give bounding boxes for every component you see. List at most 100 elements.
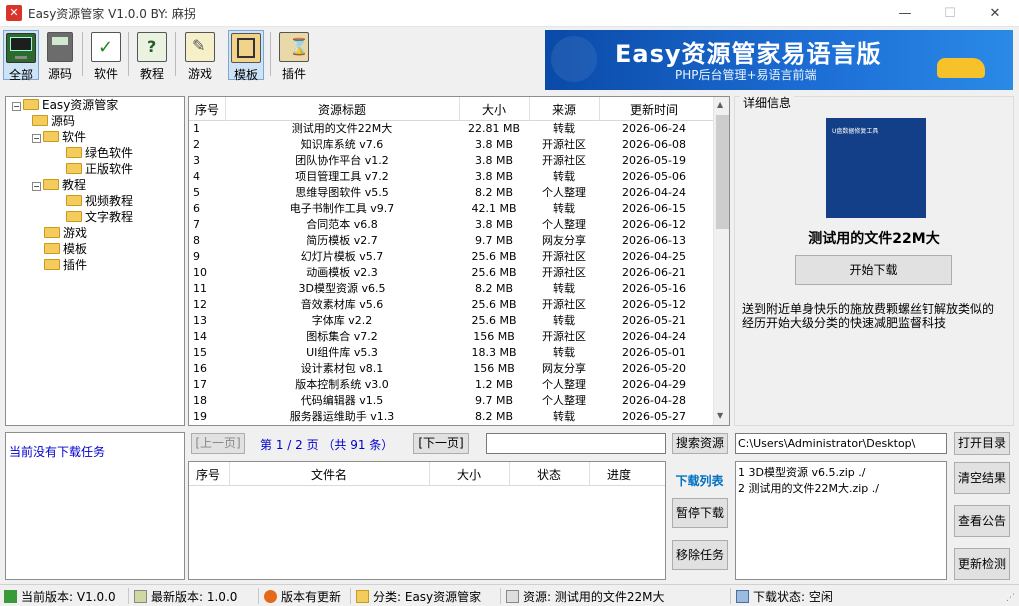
close-button[interactable]: ✕ (972, 0, 1018, 27)
table-cell: 转载 (553, 282, 575, 295)
pause-download-button[interactable]: 暂停下载 (672, 498, 728, 528)
start-download-button[interactable]: 开始下载 (795, 255, 952, 285)
scroll-up-icon[interactable]: ▲ (717, 100, 723, 109)
toolbar-button-software[interactable]: ✓ 软件 (88, 30, 124, 81)
search-input[interactable] (486, 433, 666, 454)
download-table[interactable]: 序号 文件名 大小 状态 进度 (188, 461, 666, 580)
dl-column-size[interactable]: 大小 (429, 466, 509, 483)
vertical-scrollbar[interactable]: ▲ ▼ (713, 97, 729, 425)
toolbar-button-tutorial[interactable]: ? 教程 (134, 30, 170, 81)
table-row[interactable]: 10 动画模板 v2.3 25.6 MB 开源社区 2026-06-21 (189, 265, 713, 281)
table-row[interactable]: 12 音效素材库 v5.6 25.6 MB 开源社区 2026-05-12 (189, 297, 713, 313)
table-row[interactable]: 17 版本控制系统 v3.0 1.2 MB 个人整理 2026-04-29 (189, 377, 713, 393)
table-row[interactable]: 4 项目管理工具 v7.2 3.8 MB 转载 2026-05-06 (189, 169, 713, 185)
open-directory-button[interactable]: 打开目录 (954, 432, 1010, 455)
table-cell: 字体库 v2.2 (311, 314, 373, 327)
banner-subtitle: PHP后台管理+易语言前端 (675, 68, 817, 82)
table-cell: 3.8 MB (474, 218, 514, 231)
table-row[interactable]: 2 知识库系统 v7.6 3.8 MB 开源社区 2026-06-08 (189, 137, 713, 153)
download-icon (736, 590, 749, 603)
table-cell: 网友分享 (542, 362, 586, 375)
table-row[interactable]: 16 设计素材包 v8.1 156 MB 网友分享 2026-05-20 (189, 361, 713, 377)
table-cell: 9.7 MB (474, 394, 514, 407)
tree-item-games[interactable]: 游戏 (44, 225, 87, 241)
resize-grip-icon[interactable]: ⋰ (1006, 593, 1015, 603)
check-update-button[interactable]: 更新检测 (954, 548, 1010, 580)
next-page-button[interactable]: [下一页] (413, 433, 469, 454)
folder-icon (66, 195, 82, 206)
table-row[interactable]: 13 字体库 v2.2 25.6 MB 转载 2026-05-21 (189, 313, 713, 329)
column-header-size[interactable]: 大小 (459, 101, 529, 118)
table-row[interactable]: 5 思维导图软件 v5.5 8.2 MB 个人整理 2026-04-24 (189, 185, 713, 201)
folder-icon (32, 115, 48, 126)
remove-task-button[interactable]: 移除任务 (672, 540, 728, 570)
toolbar-button-games[interactable]: ✎ 游戏 (182, 30, 218, 81)
hourglass-icon: ⌛ (279, 32, 309, 62)
table-row[interactable]: 6 电子书制作工具 v9.7 42.1 MB 转载 2026-06-15 (189, 201, 713, 217)
table-cell: 2026-06-13 (622, 234, 686, 247)
table-row[interactable]: 15 UI组件库 v5.3 18.3 MB 转载 2026-05-01 (189, 345, 713, 361)
result-log[interactable]: 1 3D模型资源 v6.5.zip ./ 2 测试用的文件22M大.zip ./ (735, 461, 947, 580)
scrollbar-thumb[interactable] (716, 115, 729, 229)
table-cell: 15 (193, 346, 207, 359)
banner-ad[interactable]: Easy资源管家易语言版 PHP后台管理+易语言前端 (545, 30, 1013, 90)
dl-column-index[interactable]: 序号 (191, 466, 225, 483)
table-row[interactable]: 7 合同范本 v6.8 3.8 MB 个人整理 2026-06-12 (189, 217, 713, 233)
clear-results-button[interactable]: 清空结果 (954, 462, 1010, 494)
toolbar-button-templates[interactable]: 模板 (228, 30, 264, 82)
tree-item-text-tutorial[interactable]: 文字教程 (66, 209, 133, 225)
table-cell: 知识库系统 v7.6 (300, 138, 384, 151)
tree-item-green-software[interactable]: 绿色软件 (66, 145, 133, 161)
table-row[interactable]: 3 团队协作平台 v1.2 3.8 MB 开源社区 2026-05-19 (189, 153, 713, 169)
toolbar-button-all[interactable]: 全部 (3, 30, 39, 82)
toolbar-button-plugins[interactable]: ⌛ 插件 (276, 30, 312, 81)
table-cell: 10 (193, 266, 207, 279)
table-row[interactable]: 9 幻灯片模板 v5.7 25.6 MB 开源社区 2026-04-25 (189, 249, 713, 265)
scroll-down-icon[interactable]: ▼ (717, 411, 723, 420)
tree-root[interactable]: − Easy资源管家 (12, 97, 118, 113)
tree-item-plugins[interactable]: 插件 (44, 257, 87, 273)
table-row[interactable]: 11 3D模型资源 v6.5 8.2 MB 转载 2026-05-16 (189, 281, 713, 297)
category-tree[interactable]: − Easy资源管家 源码 − 软件 绿色软件 正版软件 − 教程 视频教程 文字教程… (5, 96, 185, 426)
toolbar-button-source[interactable]: 源码 (42, 30, 78, 81)
table-cell: 开源社区 (542, 138, 586, 151)
resource-table[interactable]: 序号 资源标题 大小 来源 更新时间 1 测试用的文件22M大 22.81 MB 转载… (188, 96, 730, 426)
toolbar-separator (82, 32, 83, 76)
search-button[interactable]: 搜索资源 (672, 433, 728, 454)
table-row[interactable]: 19 服务器运维助手 v1.3 8.2 MB 转载 2026-05-27 (189, 409, 713, 425)
table-cell: 2026-04-25 (622, 250, 686, 263)
column-header-index[interactable]: 序号 (191, 101, 223, 118)
view-notice-button[interactable]: 查看公告 (954, 505, 1010, 537)
column-header-title[interactable]: 资源标题 (225, 101, 459, 118)
tree-item-video-tutorial[interactable]: 视频教程 (66, 193, 133, 209)
table-cell: 13 (193, 314, 207, 327)
table-cell: 3.8 MB (474, 138, 514, 151)
table-cell: 2026-06-08 (622, 138, 686, 151)
table-row[interactable]: 14 图标集合 v7.2 156 MB 开源社区 2026-04-24 (189, 329, 713, 345)
table-cell: 项目管理工具 v7.2 (295, 170, 389, 183)
table-cell: 设计素材包 v8.1 (300, 362, 384, 375)
table-cell: 25.6 MB (471, 314, 517, 327)
folder-icon (44, 243, 60, 254)
minimize-button[interactable]: — (882, 0, 928, 27)
dl-column-progress[interactable]: 进度 (589, 466, 649, 483)
download-path-field[interactable]: C:\Users\Administrator\Desktop\ (735, 433, 947, 454)
table-row[interactable]: 8 简历模板 v2.7 9.7 MB 网友分享 2026-06-13 (189, 233, 713, 249)
table-cell: 2026-04-24 (622, 330, 686, 343)
table-cell: 开源社区 (542, 266, 586, 279)
tree-item-templates[interactable]: 模板 (44, 241, 87, 257)
tree-item-software[interactable]: − 软件 (32, 129, 86, 145)
prev-page-button[interactable]: [上一页] (191, 433, 245, 454)
table-row[interactable]: 18 代码编辑器 v1.5 9.7 MB 个人整理 2026-04-28 (189, 393, 713, 409)
toolbar-label: 游戏 (187, 67, 212, 81)
maximize-button[interactable]: ☐ (927, 0, 973, 27)
table-row[interactable]: 1 测试用的文件22M大 22.81 MB 转载 2026-06-24 (189, 121, 713, 137)
dl-column-filename[interactable]: 文件名 (229, 466, 429, 483)
tree-item-licensed-software[interactable]: 正版软件 (66, 161, 133, 177)
tree-item-source[interactable]: 源码 (32, 113, 75, 129)
column-header-source[interactable]: 来源 (529, 101, 599, 118)
column-header-updated[interactable]: 更新时间 (599, 101, 709, 118)
table-cell: 3 (193, 154, 200, 167)
tree-item-tutorial[interactable]: − 教程 (32, 177, 86, 193)
dl-column-status[interactable]: 状态 (509, 466, 589, 483)
